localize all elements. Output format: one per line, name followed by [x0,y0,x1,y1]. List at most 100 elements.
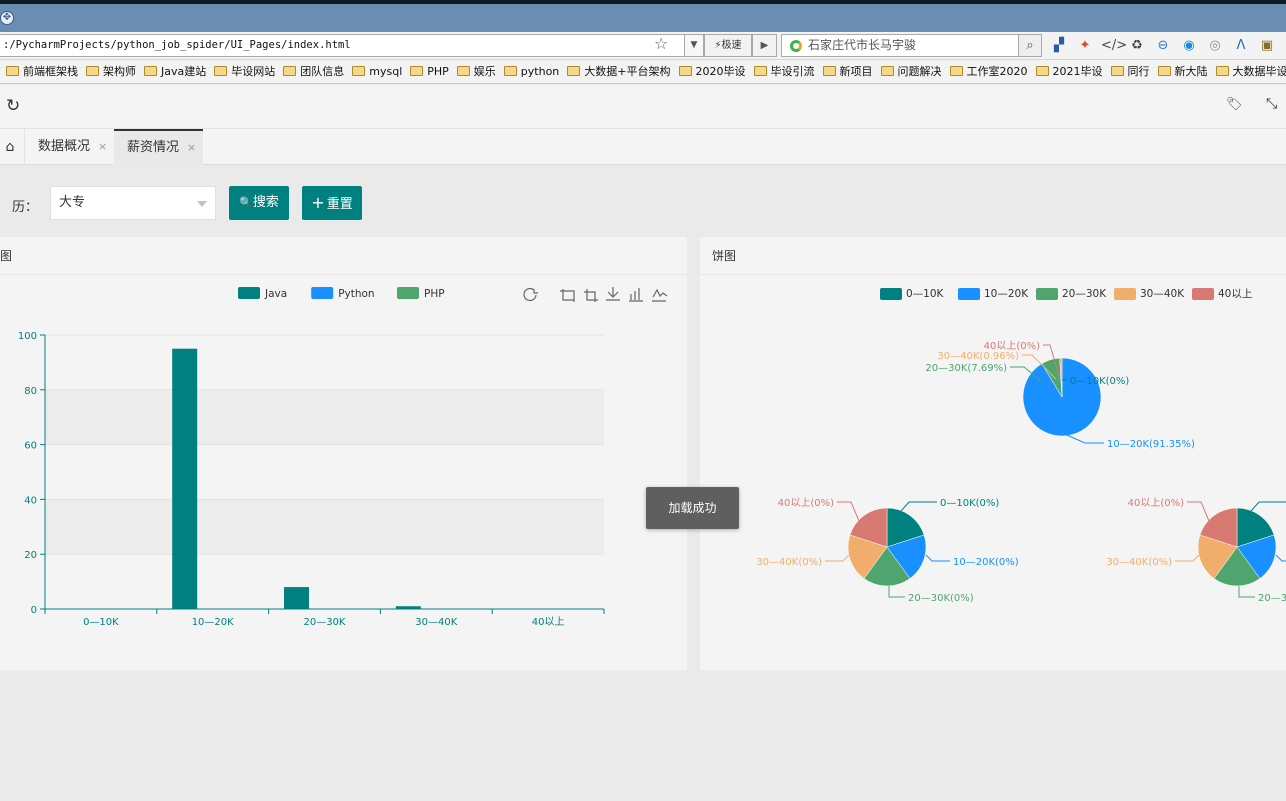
url-field[interactable]: :/PycharmProjects/python_job_spider/UI_P… [0,34,703,57]
browser-search-input[interactable]: 石家庄代市长马宇骏 [781,34,1019,57]
pie-label-line [1238,586,1255,598]
bookmark-label: 架构师 [103,65,136,78]
recycle-icon[interactable]: ♻ [1128,37,1146,55]
page-tabs: ⌂ 数据概况 × 薪资情况 × [0,129,1286,165]
pie-label-line [1275,554,1286,562]
legend-label: 10—20K [984,288,1029,300]
pie-label: 10—20K(91.35%) [1107,439,1195,450]
bookmark-item[interactable]: Java建站 [144,60,207,83]
folder-icon [949,66,963,76]
pie-chart-panel: 饼图 0—10K 10—20K 20—30K 30—40K 40以上 0—10K(0%) 1… [700,237,1286,670]
tab-overview[interactable]: 数据概况 × [25,129,114,165]
legend-item: 20—30K [1036,288,1107,300]
education-select[interactable]: 大专 [50,186,216,220]
url-dropdown-button[interactable]: ▼ [684,34,704,57]
tab-home-icon[interactable]: ⌂ [0,129,25,165]
close-icon[interactable]: × [98,140,107,153]
bookmark-item[interactable]: PHP [410,60,449,83]
folder-icon [214,66,228,76]
pie-label: 10—20K(0%) [953,557,1019,568]
toast-message: 加载成功 [646,487,739,529]
minus-circle-icon[interactable]: ⊖ [1154,37,1172,55]
tag-icon[interactable]: 🏷 [1226,97,1243,112]
bookmark-item[interactable]: 大数据+平台架构 [567,60,671,83]
go-button[interactable]: ▶ [752,34,777,57]
bookmark-item[interactable]: 毕设网站 [214,60,275,83]
bookmark-item[interactable]: 问题解决 [880,60,942,83]
education-select-value: 大专 [59,195,86,210]
bookmark-item[interactable]: 前端框架栈 [6,60,78,83]
record-icon[interactable]: ◎ [1206,37,1224,55]
folder-icon [1157,66,1171,76]
folder-icon [86,66,99,76]
folder-icon [283,66,297,76]
bookmark-item[interactable]: 同行 [1110,60,1150,83]
bar-java [172,348,198,609]
bookmark-item[interactable]: 大数据毕设 [1215,60,1286,83]
refresh-icon[interactable]: ↻ [6,96,20,116]
search-button[interactable]: 🔍搜索 [229,186,289,220]
code-icon[interactable]: </> [1101,37,1127,55]
speed-mode-button[interactable]: ⚡极速 [704,34,752,57]
pie-label: 30—40K(0%) [1106,557,1172,568]
legend-item: Python [311,287,375,300]
legend-item: PHP [397,287,445,300]
x-tick-label: 30—40K [415,617,457,628]
x-tick-label: 20—30K [303,617,345,628]
folder-icon [567,66,581,76]
bookmark-item[interactable]: 新项目 [822,60,873,83]
plus-icon: + [311,193,325,212]
refresh-icon [523,287,538,302]
bookmark-item[interactable]: 团队信息 [283,60,345,83]
bookmark-label: 大数据毕设 [1232,65,1286,78]
eye-icon[interactable]: ◉ [1180,37,1198,55]
legend-item: Java [238,287,287,300]
bar-java [395,606,421,609]
pie [1022,357,1102,437]
bookmark-item[interactable]: 架构师 [86,60,136,83]
legend-item: 10—20K [958,288,1029,300]
bookmark-item[interactable]: python [503,60,559,83]
pie-label-line [825,554,850,562]
bookmark-label: Java建站 [161,65,207,78]
bookmark-item[interactable]: 2020毕设 [678,60,746,83]
fullscreen-icon[interactable]: ⤡ [1266,96,1277,112]
mountain-icon[interactable]: Λ [1232,37,1250,55]
tab-salary[interactable]: 薪资情况 × [114,129,203,165]
browser-search-placeholder: 石家庄代市长马宇骏 [808,38,917,52]
pie-label: 20—30K(0%) [908,593,974,604]
search-submit-icon[interactable]: ⌕ [1018,34,1042,57]
legend-item: 30—40K [1114,288,1185,300]
pie-label-line [888,586,905,598]
reset-button-label: 重置 [326,197,353,212]
pie-label: 40以上(0%) [778,497,834,509]
legend-swatch [397,287,419,299]
folder-icon [753,66,767,76]
bookmark-label: 2021毕设 [1052,65,1103,78]
apps-grid-icon[interactable]: ▞ [1050,37,1068,55]
bookmark-item[interactable]: mysql [352,60,402,83]
pie-label: 40以上(0%) [984,340,1040,352]
pie-label-line [900,501,937,512]
bookmark-label: 新项目 [839,65,873,78]
bookmark-label: 前端框架栈 [23,65,78,78]
bookmark-item[interactable]: 毕设引流 [753,60,815,83]
reset-button[interactable]: + 重置 [302,186,362,220]
bookmark-item[interactable]: 新大陆 [1157,60,1208,83]
bookmark-item[interactable]: 2021毕设 [1035,60,1103,83]
legend-swatch [1192,288,1214,300]
bookmark-item[interactable]: 娱乐 [456,60,496,83]
app-toolbar: ↻ 🏷 ⤡ [0,85,1286,129]
folder-icon [410,66,424,76]
gamepad-icon[interactable]: ✦ [1076,37,1094,55]
bookmark-item[interactable]: 工作室2020 [949,60,1028,83]
pie-label: 40以上(0%) [1128,497,1184,509]
x-tick-label: 0—10K [83,617,119,628]
tab-salary-label: 薪资情况 [127,140,180,155]
bookmark-label: 毕设引流 [770,65,815,78]
line-chart-icon [652,288,668,302]
close-icon[interactable]: × [187,141,196,154]
bookmark-star-icon[interactable]: ☆ [654,34,668,54]
bookmark-label: 团队信息 [300,65,345,78]
profile-icon[interactable]: ▣ [1258,37,1276,55]
